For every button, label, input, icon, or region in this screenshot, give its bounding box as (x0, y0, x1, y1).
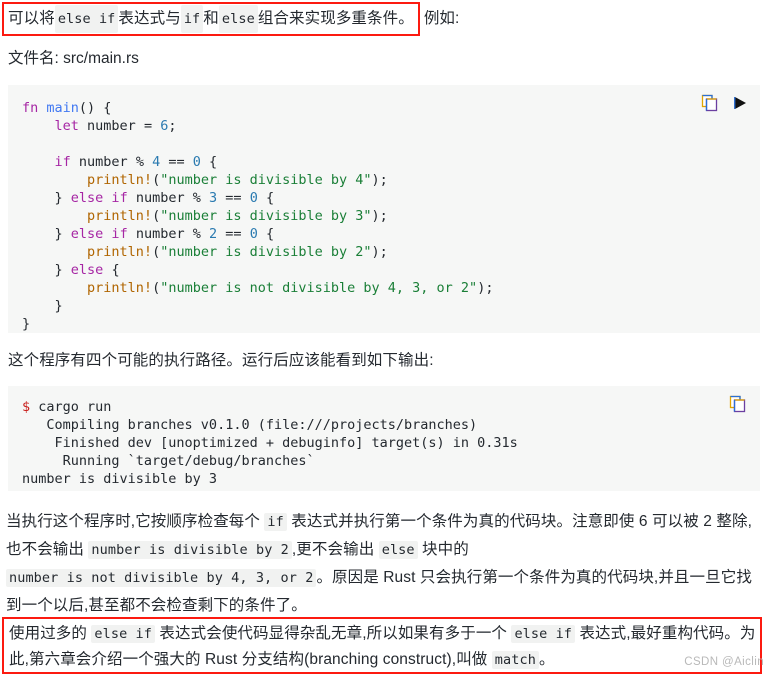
inline-code-if: if (180, 5, 204, 33)
intro-text-mid-1: 表达式与 (118, 10, 181, 27)
intro-text-prefix: 可以将 (8, 10, 55, 27)
shell-prompt: $ (22, 399, 31, 415)
filename-label: 文件名: src/main.rs (8, 50, 139, 67)
inline-code-else: else (378, 541, 418, 559)
output-line: Running `target/debug/branches` (22, 453, 315, 469)
inline-code-if: if (264, 513, 287, 531)
shell-command: cargo run (30, 399, 112, 415)
output-block-actions (728, 394, 748, 418)
copy-icon[interactable] (728, 394, 748, 414)
output-line: number is divisible by 3 (22, 471, 218, 487)
inline-code-else-if: else if (511, 625, 576, 643)
watermark: CSDN @Aiclin (684, 656, 764, 668)
code-block-actions (700, 93, 750, 113)
conclusion-body: 使用过多的 else if 表达式会使代码显得杂乱无章,所以如果有多于一个 el… (9, 625, 755, 669)
document-page: 可以将 else if 表达式与 if 和 else 组合来实现多重条件。 例如… (0, 0, 768, 676)
inline-code-else-if: else if (54, 5, 119, 33)
play-icon[interactable] (730, 93, 750, 113)
intro-text-mid-3: 组合来实现多重条件。 (257, 10, 414, 27)
inline-code-else: else (218, 5, 258, 33)
output-line: Finished dev [unoptimized + debuginfo] t… (22, 435, 518, 451)
output-line: Compiling branches v0.1.0 (file:///proje… (22, 417, 478, 433)
middle-paragraph-text: 这个程序有四个可能的执行路径。运行后应该能看到如下输出: (8, 352, 434, 369)
intro-trailing-text: 例如: (423, 10, 460, 27)
explanation-paragraph: 当执行这个程序时,它按顺序检查每个 if 表达式并执行第一个条件为真的代码块。注… (6, 508, 764, 619)
intro-highlight-box: 可以将 else if 表达式与 if 和 else 组合来实现多重条件。 (2, 2, 420, 36)
inline-code-divisible-by-2: number is divisible by 2 (88, 541, 292, 559)
explanation-seg-1: 当执行这个程序时,它按顺序检查每个 (6, 513, 265, 530)
conclusion-seg-4: 。 (538, 651, 555, 668)
middle-paragraph: 这个程序有四个可能的执行路径。运行后应该能看到如下输出: (8, 348, 760, 374)
conclusion-seg-1: 使用过多的 (9, 625, 92, 642)
rust-code-block: fn main() { let number = 6; if number % … (8, 85, 760, 333)
copy-icon[interactable] (700, 93, 720, 113)
terminal-output-block: $ cargo run Compiling branches v0.1.0 (f… (8, 386, 760, 491)
inline-code-not-divisible: number is not divisible by 4, 3, or 2 (6, 569, 317, 587)
terminal-output-text: $ cargo run Compiling branches v0.1.0 (f… (8, 386, 760, 488)
intro-text-mid-2: 和 (203, 10, 219, 27)
rust-source: fn main() { let number = 6; if number % … (22, 100, 494, 332)
explanation-seg-3: ,更不会输出 (291, 541, 379, 558)
conclusion-seg-2: 表达式会使代码显得杂乱无章,所以如果有多于一个 (155, 625, 512, 642)
inline-code-match: match (491, 651, 539, 669)
inline-code-else-if: else if (91, 625, 156, 643)
explanation-seg-4: 块中的 (417, 541, 469, 558)
conclusion-highlight-box: 使用过多的 else if 表达式会使代码显得杂乱无章,所以如果有多于一个 el… (2, 617, 762, 674)
intro-line: 可以将 else if 表达式与 if 和 else 组合来实现多重条件。 例如… (0, 0, 768, 38)
explanation-body: 当执行这个程序时,它按顺序检查每个 if 表达式并执行第一个条件为真的代码块。注… (6, 513, 752, 614)
